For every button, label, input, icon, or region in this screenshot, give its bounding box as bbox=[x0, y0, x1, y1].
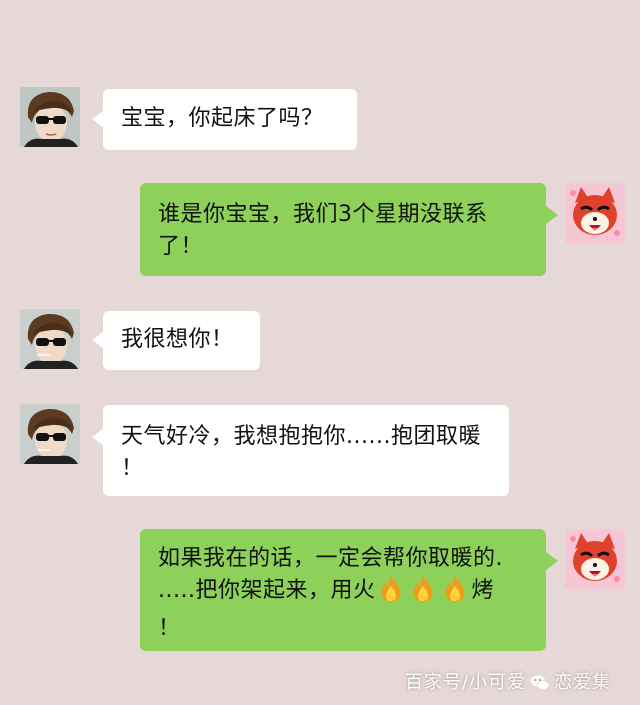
message-text: 宝宝，你起床了吗？ bbox=[121, 106, 324, 131]
message-text: 谁是你宝宝，我们3个星期没联系 bbox=[158, 202, 488, 227]
message-text: 如果我在的话，一定会帮你取暖的. bbox=[158, 546, 503, 571]
incoming-message-bubble[interactable]: 宝宝，你起床了吗？ bbox=[103, 89, 357, 150]
message-text: ！ bbox=[158, 616, 181, 641]
watermark: 百家号/小可爱 恋爱集 bbox=[405, 668, 611, 697]
message-text-with-emoji: .....把你架起来，用火 烤 bbox=[158, 575, 528, 613]
outgoing-message-bubble[interactable]: 如果我在的话，一定会帮你取暖的. .....把你架起来，用火 烤 ！ bbox=[140, 529, 546, 651]
sunglasses-man-avatar-icon bbox=[20, 404, 80, 464]
fire-icon bbox=[442, 575, 468, 613]
sender-avatar[interactable] bbox=[20, 404, 80, 464]
self-avatar[interactable] bbox=[565, 529, 625, 589]
message-text: 了！ bbox=[158, 234, 204, 259]
watermark-text: 百家号/小可爱 bbox=[405, 672, 527, 693]
sender-avatar[interactable] bbox=[20, 309, 80, 369]
bubble-tail bbox=[546, 206, 558, 224]
sender-avatar[interactable] bbox=[20, 87, 80, 147]
message-text: 我很想你！ bbox=[121, 327, 234, 352]
bubble-tail bbox=[546, 552, 558, 570]
message-text: 烤 bbox=[471, 578, 494, 603]
red-fox-cartoon-avatar-icon bbox=[565, 529, 625, 589]
watermark-text: 恋爱集 bbox=[554, 672, 612, 693]
sunglasses-man-avatar-icon bbox=[20, 87, 80, 147]
self-avatar[interactable] bbox=[565, 183, 625, 243]
incoming-message-bubble[interactable]: 我很想你！ bbox=[103, 311, 260, 370]
fire-icon bbox=[410, 575, 436, 613]
fire-icon bbox=[378, 575, 404, 613]
wechat-logo-icon bbox=[530, 674, 550, 697]
message-text: ！ bbox=[121, 456, 144, 481]
red-fox-cartoon-avatar-icon bbox=[565, 183, 625, 243]
sunglasses-man-avatar-icon bbox=[20, 309, 80, 369]
message-text: 天气好冷，我想抱抱你......抱团取暖 bbox=[121, 424, 481, 449]
message-text: .....把你架起来，用火 bbox=[158, 578, 376, 603]
incoming-message-bubble[interactable]: 天气好冷，我想抱抱你......抱团取暖 ！ bbox=[103, 405, 509, 496]
outgoing-message-bubble[interactable]: 谁是你宝宝，我们3个星期没联系 了！ bbox=[140, 183, 546, 276]
